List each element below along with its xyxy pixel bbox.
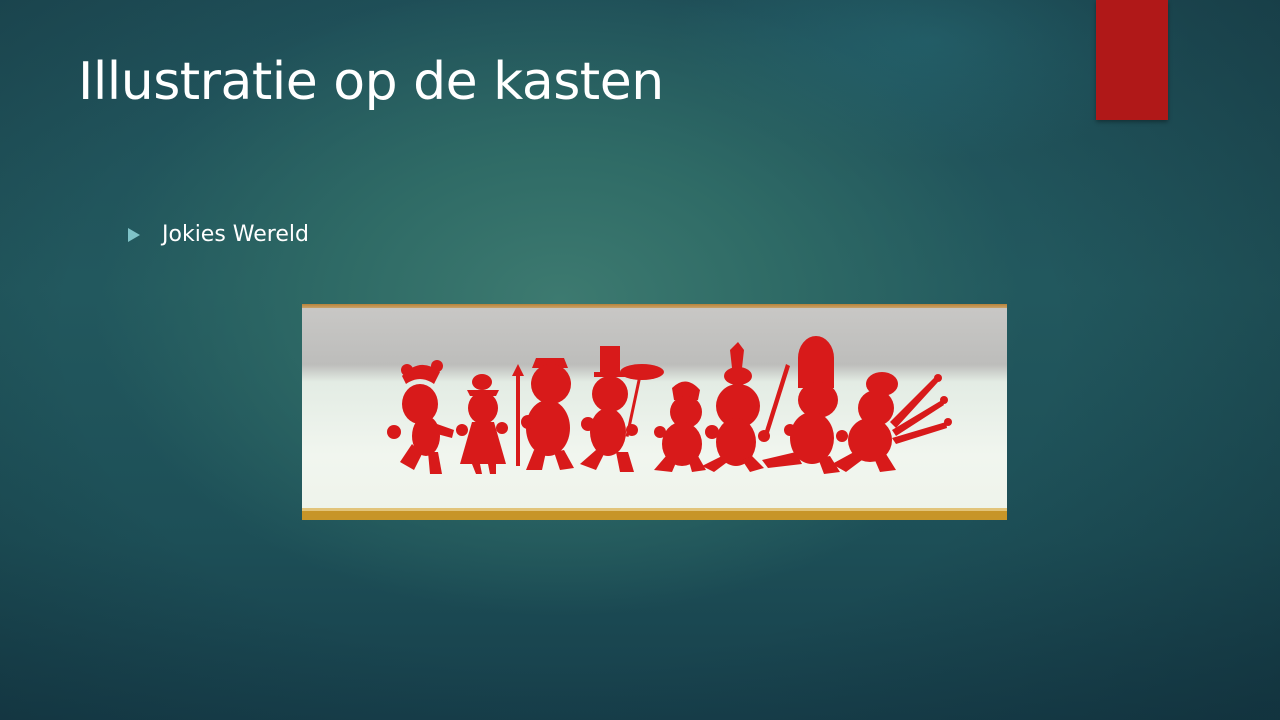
bullet-text: Jokies Wereld — [162, 222, 309, 247]
bullet-item: Jokies Wereld — [128, 222, 309, 247]
figures-photo — [302, 304, 1007, 520]
red-silhouette-figures-image — [302, 304, 1007, 520]
slide-title: Illustratie op de kasten — [78, 52, 664, 112]
bullet-list: Jokies Wereld — [128, 222, 309, 247]
slide: Illustratie op de kasten Jokies Wereld — [0, 0, 1280, 720]
accent-bar — [1096, 0, 1168, 120]
bullet-triangle-icon — [128, 227, 140, 242]
